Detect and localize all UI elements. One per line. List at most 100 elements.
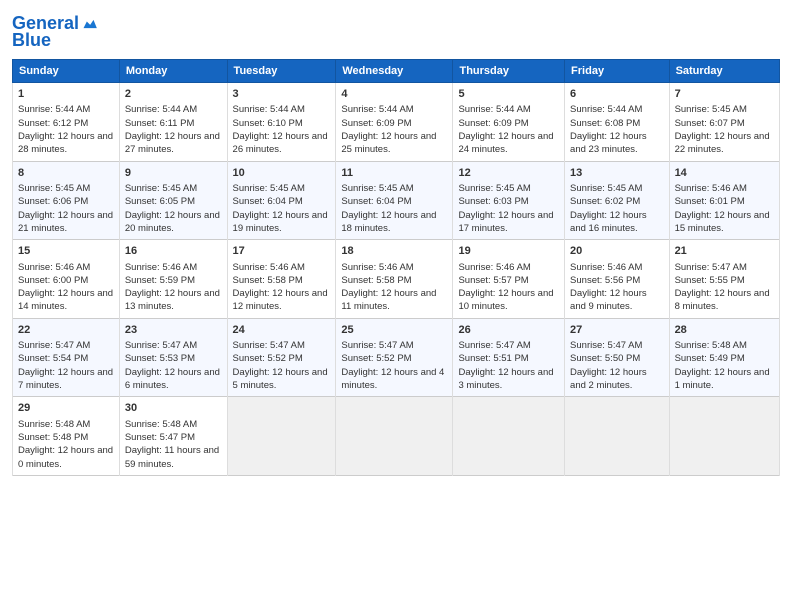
calendar-week-row: 1 Sunrise: 5:44 AM Sunset: 6:12 PM Daylight… (13, 83, 780, 162)
sunset-text: Sunset: 6:01 PM (675, 196, 745, 207)
daylight-text: Daylight: 12 hours and 13 minutes. (125, 288, 220, 312)
sunset-text: Sunset: 6:06 PM (18, 196, 88, 207)
day-number: 30 (125, 401, 222, 416)
daylight-text: Daylight: 12 hours and 28 minutes. (18, 131, 113, 155)
daylight-text: Daylight: 12 hours and 17 minutes. (458, 210, 553, 234)
day-number: 12 (458, 166, 559, 181)
day-number: 22 (18, 323, 114, 338)
day-number: 8 (18, 166, 114, 181)
sunset-text: Sunset: 5:51 PM (458, 353, 528, 364)
sunrise-text: Sunrise: 5:46 AM (570, 262, 642, 273)
sunrise-text: Sunrise: 5:45 AM (233, 183, 305, 194)
calendar-cell: 1Sunrise: 5:44 AMSunset: 6:12 PMDaylight… (13, 83, 120, 162)
calendar-header-row: SundayMondayTuesdayWednesdayThursdayFrid… (13, 60, 780, 83)
page-container: General Blue SundayMondayTuesdayWednesda… (0, 0, 792, 486)
daylight-text: Daylight: 12 hours and 10 minutes. (458, 288, 553, 312)
day-number: 19 (458, 244, 559, 259)
calendar-cell: 3Sunrise: 5:44 AMSunset: 6:10 PMDaylight… (227, 83, 336, 162)
sunrise-text: Sunrise: 5:47 AM (570, 340, 642, 351)
sunrise-text: Sunrise: 5:48 AM (18, 419, 90, 430)
calendar-cell: 26Sunrise: 5:47 AMSunset: 5:51 PMDayligh… (453, 318, 565, 397)
daylight-text: Daylight: 12 hours and 19 minutes. (233, 210, 328, 234)
sunrise-text: Sunrise: 5:46 AM (675, 183, 747, 194)
calendar-cell: 29Sunrise: 5:48 AMSunset: 5:48 PMDayligh… (13, 397, 120, 476)
header-day-sunday: Sunday (13, 60, 120, 83)
day-number: 20 (570, 244, 664, 259)
day-number: 15 (18, 244, 114, 259)
sunrise-text: Sunrise: 5:45 AM (18, 183, 90, 194)
sunrise-text: Sunrise: 5:45 AM (341, 183, 413, 194)
day-number: 17 (233, 244, 331, 259)
sunrise-text: Sunrise: 5:44 AM (125, 104, 197, 115)
sunrise-text: Sunrise: 5:44 AM (570, 104, 642, 115)
day-number: 4 (341, 87, 447, 102)
calendar-cell (453, 397, 565, 476)
calendar-cell: 30 Sunrise: 5:48 AM Sunset: 5:47 PM Dayligh… (119, 397, 227, 476)
day-number: 7 (675, 87, 774, 102)
calendar-cell: 18Sunrise: 5:46 AMSunset: 5:58 PMDayligh… (336, 240, 453, 319)
calendar-cell: 2Sunrise: 5:44 AMSunset: 6:11 PMDaylight… (119, 83, 227, 162)
sunset-text: Sunset: 5:47 PM (125, 432, 195, 443)
calendar-cell: 4Sunrise: 5:44 AMSunset: 6:09 PMDaylight… (336, 83, 453, 162)
daylight-text: Daylight: 11 hours and 59 minutes. (125, 445, 219, 469)
calendar-cell: 6Sunrise: 5:44 AMSunset: 6:08 PMDaylight… (565, 83, 670, 162)
sunset-text: Sunset: 6:10 PM (233, 118, 303, 129)
calendar-cell: 27Sunrise: 5:47 AMSunset: 5:50 PMDayligh… (565, 318, 670, 397)
header-day-thursday: Thursday (453, 60, 565, 83)
calendar-cell: 16Sunrise: 5:46 AMSunset: 5:59 PMDayligh… (119, 240, 227, 319)
sunset-text: Sunset: 5:58 PM (341, 275, 411, 286)
daylight-text: Daylight: 12 hours and 12 minutes. (233, 288, 328, 312)
sunset-text: Sunset: 5:49 PM (675, 353, 745, 364)
day-number: 11 (341, 166, 447, 181)
calendar-cell: 25Sunrise: 5:47 AMSunset: 5:52 PMDayligh… (336, 318, 453, 397)
day-number: 24 (233, 323, 331, 338)
sunset-text: Sunset: 5:56 PM (570, 275, 640, 286)
sunset-text: Sunset: 5:48 PM (18, 432, 88, 443)
day-number: 26 (458, 323, 559, 338)
calendar-table: SundayMondayTuesdayWednesdayThursdayFrid… (12, 59, 780, 476)
sunset-text: Sunset: 5:55 PM (675, 275, 745, 286)
daylight-text: Daylight: 12 hours and 5 minutes. (233, 367, 328, 391)
calendar-cell: 28Sunrise: 5:48 AMSunset: 5:49 PMDayligh… (669, 318, 779, 397)
sunrise-text: Sunrise: 5:44 AM (233, 104, 305, 115)
sunrise-text: Sunrise: 5:48 AM (675, 340, 747, 351)
sunrise-text: Sunrise: 5:47 AM (125, 340, 197, 351)
sunrise-text: Sunrise: 5:45 AM (458, 183, 530, 194)
calendar-cell: 21Sunrise: 5:47 AMSunset: 5:55 PMDayligh… (669, 240, 779, 319)
daylight-text: Daylight: 12 hours and 8 minutes. (675, 288, 770, 312)
day-number: 14 (675, 166, 774, 181)
daylight-text: Daylight: 12 hours and 22 minutes. (675, 131, 770, 155)
calendar-cell (565, 397, 670, 476)
day-number: 16 (125, 244, 222, 259)
sunset-text: Sunset: 6:00 PM (18, 275, 88, 286)
day-number: 28 (675, 323, 774, 338)
daylight-text: Daylight: 12 hours and 26 minutes. (233, 131, 328, 155)
daylight-text: Daylight: 12 hours and 25 minutes. (341, 131, 436, 155)
sunset-text: Sunset: 5:59 PM (125, 275, 195, 286)
day-number: 9 (125, 166, 222, 181)
sunrise-text: Sunrise: 5:46 AM (458, 262, 530, 273)
calendar-cell: 5Sunrise: 5:44 AMSunset: 6:09 PMDaylight… (453, 83, 565, 162)
day-number: 23 (125, 323, 222, 338)
daylight-text: Daylight: 12 hours and 23 minutes. (570, 131, 647, 155)
sunrise-text: Sunrise: 5:48 AM (125, 419, 197, 430)
sunset-text: Sunset: 5:58 PM (233, 275, 303, 286)
day-number: 18 (341, 244, 447, 259)
calendar-cell: 9Sunrise: 5:45 AMSunset: 6:05 PMDaylight… (119, 161, 227, 240)
calendar-cell: 23Sunrise: 5:47 AMSunset: 5:53 PMDayligh… (119, 318, 227, 397)
daylight-text: Daylight: 12 hours and 20 minutes. (125, 210, 220, 234)
calendar-cell: 20Sunrise: 5:46 AMSunset: 5:56 PMDayligh… (565, 240, 670, 319)
daylight-text: Daylight: 12 hours and 4 minutes. (341, 367, 444, 391)
sunrise-text: Sunrise: 5:46 AM (18, 262, 90, 273)
day-number: 1 (18, 87, 114, 102)
daylight-text: Daylight: 12 hours and 7 minutes. (18, 367, 113, 391)
sunset-text: Sunset: 6:09 PM (458, 118, 528, 129)
sunrise-text: Sunrise: 5:46 AM (233, 262, 305, 273)
sunrise-text: Sunrise: 5:44 AM (458, 104, 530, 115)
calendar-week-row: 8 Sunrise: 5:45 AM Sunset: 6:06 PM Daylight… (13, 161, 780, 240)
header-day-saturday: Saturday (669, 60, 779, 83)
day-number: 27 (570, 323, 664, 338)
logo-icon (81, 14, 101, 34)
sunset-text: Sunset: 6:12 PM (18, 118, 88, 129)
day-number: 13 (570, 166, 664, 181)
